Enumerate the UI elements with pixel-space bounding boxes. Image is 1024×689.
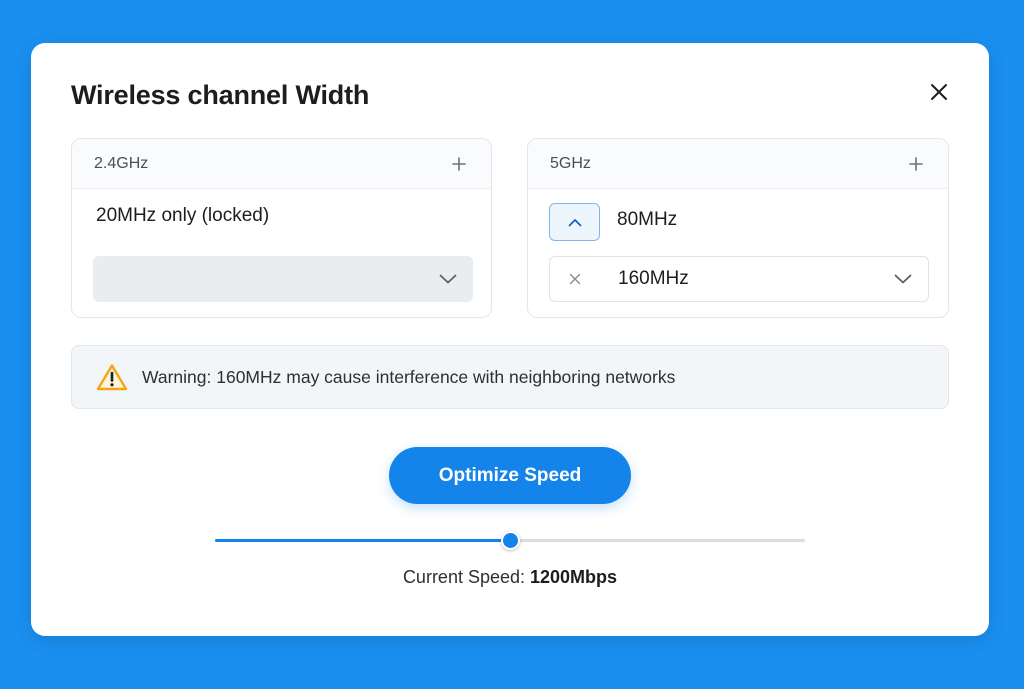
close-icon <box>931 84 947 100</box>
expand-5ghz-button[interactable] <box>906 154 926 174</box>
close-button[interactable] <box>924 77 954 107</box>
collapse-options-button[interactable] <box>549 203 600 241</box>
plus-icon <box>452 156 466 171</box>
interference-warning: Warning: 160MHz may cause interference w… <box>71 345 949 409</box>
chevron-down-icon <box>439 274 457 284</box>
band-5ghz-label: 5GHz <box>550 154 591 172</box>
current-speed-readout: Current Speed: 1200Mbps <box>31 567 989 588</box>
speed-slider[interactable] <box>215 531 805 550</box>
expand-24ghz-button[interactable] <box>449 154 469 174</box>
width-select-5ghz[interactable]: 160MHz <box>549 256 929 302</box>
width-select-24ghz-disabled <box>93 256 473 302</box>
panel-5ghz-header: 5GHz <box>528 139 948 189</box>
band-24ghz-label: 2.4GHz <box>94 154 149 172</box>
panel-24ghz: 2.4GHz 20MHz only (locked) <box>71 138 492 318</box>
slider-thumb[interactable] <box>500 531 520 550</box>
clear-x-icon <box>569 273 581 285</box>
optimize-speed-button[interactable]: Optimize Speed <box>389 447 631 504</box>
chevron-up-icon <box>568 218 581 226</box>
clear-selection-button[interactable] <box>566 270 584 288</box>
warning-text: Warning: 160MHz may cause interference w… <box>142 366 676 387</box>
selected-width-value: 160MHz <box>618 268 689 289</box>
panel-5ghz: 5GHz 80MHz 160MHz <box>527 138 949 318</box>
channel-width-dialog: Wireless channel Width 2.4GHz 20MHz only… <box>31 43 989 636</box>
current-speed-label: Current Speed: <box>402 567 531 587</box>
locked-width-text: 20MHz only (locked) <box>96 205 270 226</box>
option-80mhz[interactable]: 80MHz <box>617 209 677 231</box>
chevron-down-icon <box>894 274 912 284</box>
current-speed-value: 1200Mbps <box>530 567 618 587</box>
plus-icon <box>909 156 923 171</box>
warning-triangle-icon <box>96 364 128 391</box>
dialog-title: Wireless channel Width <box>71 80 370 110</box>
slider-fill <box>215 539 510 542</box>
panel-24ghz-header: 2.4GHz <box>72 139 491 189</box>
